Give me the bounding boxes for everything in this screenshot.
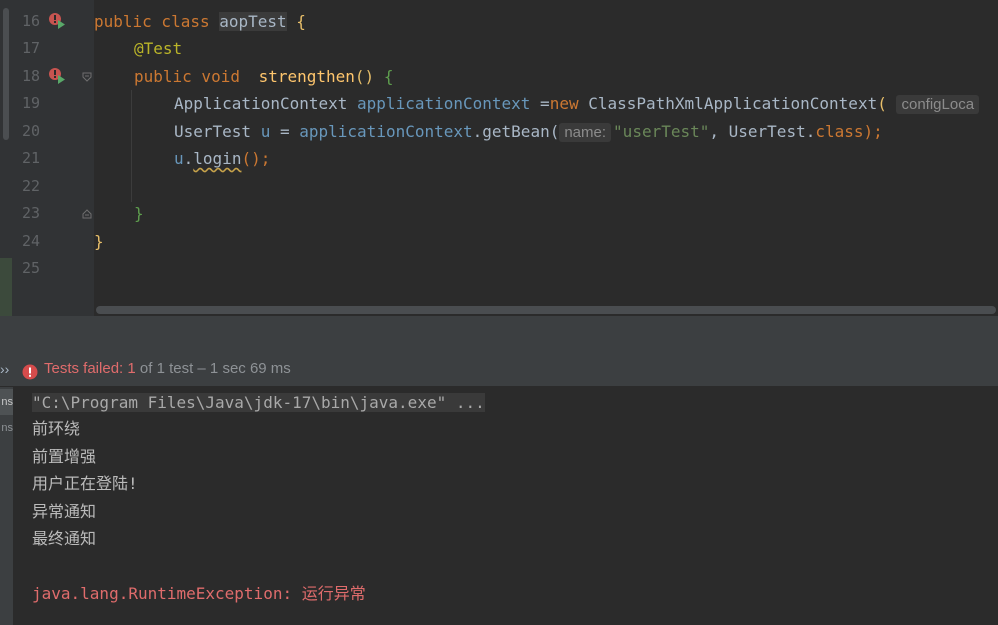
console-line: 异常通知 — [32, 502, 97, 521]
line-number: 20 — [21, 122, 40, 140]
console-line: 最终通知 — [32, 529, 97, 548]
punctuation: (); — [241, 149, 271, 168]
punctuation: ); — [863, 122, 883, 141]
variable: u — [260, 122, 271, 141]
line-number: 22 — [21, 177, 40, 195]
operator: = — [270, 122, 300, 141]
variable: applicationContext — [357, 94, 531, 113]
code-line-19[interactable]: ApplicationContext applicationContext =n… — [174, 90, 981, 117]
variable-ref: applicationContext — [299, 122, 473, 141]
punctuation: , UserTest. — [709, 122, 816, 141]
horizontal-scrollbar-thumb[interactable] — [96, 306, 996, 314]
method-name: strengthen — [258, 67, 355, 86]
type-name: ApplicationContext — [174, 94, 358, 113]
code-line-21[interactable]: u.login(); — [174, 145, 270, 172]
brace: } — [134, 204, 144, 223]
constructor-name: ClassPathXmlApplicationContext — [588, 94, 878, 113]
tool-window-divider[interactable] — [0, 316, 998, 354]
horizontal-scrollbar[interactable] — [94, 304, 998, 316]
code-line-23[interactable]: } — [134, 200, 144, 227]
annotation: @Test — [134, 39, 183, 58]
method-call[interactable]: login — [193, 149, 241, 168]
test-summary: of 1 test – 1 sec 69 ms — [135, 360, 291, 377]
indent-guide — [131, 90, 132, 202]
editor-gutter: 16 17 18 19 20 21 22 23 24 25 — [12, 0, 94, 316]
test-tree-item[interactable]: ns — [0, 415, 13, 441]
line-number: 17 — [21, 39, 40, 57]
parameter-hint: name: — [559, 123, 612, 142]
dot: . — [183, 149, 194, 168]
vertical-scrollbar-thumb[interactable] — [3, 8, 9, 140]
console-line: 前环绕 — [32, 419, 81, 438]
line-number: 23 — [21, 204, 40, 222]
project-strip — [0, 0, 12, 316]
line-number: 19 — [21, 94, 40, 112]
brace: { — [286, 12, 306, 31]
string-literal: "userTest" — [613, 122, 710, 141]
command-line[interactable]: "C:\Program Files\Java\jdk-17\bin\java.e… — [32, 393, 485, 412]
line-number: 25 — [21, 259, 40, 277]
keyword: new — [549, 94, 589, 113]
console-line: 前置增强 — [32, 447, 97, 466]
code-line-24[interactable]: } — [94, 228, 104, 255]
console-line: "C:\Program Files\Java\jdk-17\bin\java.e… — [32, 390, 485, 416]
line-number: 16 — [21, 12, 40, 30]
error-icon — [22, 361, 38, 380]
method-call: .getBean( — [472, 122, 560, 141]
brace: } — [94, 232, 104, 251]
code-line-20[interactable]: UserTest u = applicationContext.getBean(… — [174, 118, 883, 145]
keyword: public class — [94, 12, 220, 31]
parens: () — [354, 67, 384, 86]
class-name[interactable]: aopTest — [219, 12, 287, 31]
exception-line[interactable]: java.lang.RuntimeException: 运行异常 — [32, 581, 366, 607]
fold-collapse-icon[interactable] — [82, 72, 92, 82]
keyword: class — [815, 122, 864, 141]
paren: ( — [877, 94, 887, 113]
run-console[interactable]: ns ns "C:\Program Files\Java\jdk-17\bin\… — [0, 387, 998, 625]
line-number: 21 — [21, 149, 40, 167]
expand-chevron-icon[interactable]: ›› — [0, 354, 9, 384]
code-editor[interactable]: 16 17 18 19 20 21 22 23 24 25 public cla… — [0, 0, 998, 316]
change-marker — [0, 258, 12, 316]
operator: = — [530, 94, 550, 113]
line-number: 18 — [21, 67, 40, 85]
code-line-18[interactable]: public void strengthen() { — [134, 63, 393, 90]
test-result-message: Tests failed: 1 of 1 test – 1 sec 69 ms — [44, 354, 291, 384]
run-test-method-icon[interactable] — [48, 67, 66, 85]
test-tree-item[interactable]: ns — [0, 389, 13, 415]
run-test-class-icon[interactable] — [48, 12, 66, 30]
variable: u — [174, 149, 184, 168]
brace: { — [383, 67, 394, 86]
parameter-hint: configLoca — [896, 95, 980, 114]
fold-end-icon[interactable] — [82, 209, 92, 219]
tests-failed-label: Tests failed: — [44, 360, 128, 377]
console-line: 用户正在登陆! — [32, 474, 138, 493]
line-number: 24 — [21, 232, 40, 250]
code-line-17[interactable]: @Test — [134, 35, 182, 62]
failed-count: 1 — [127, 360, 136, 377]
test-status-bar: ›› Tests failed: 1 of 1 test – 1 sec 69 … — [0, 354, 998, 387]
keyword: public void — [134, 67, 250, 86]
code-line-16[interactable]: public class aopTest { — [94, 8, 306, 35]
type-name: UserTest — [174, 122, 261, 141]
test-tree-collapsed[interactable]: ns ns — [0, 387, 13, 625]
